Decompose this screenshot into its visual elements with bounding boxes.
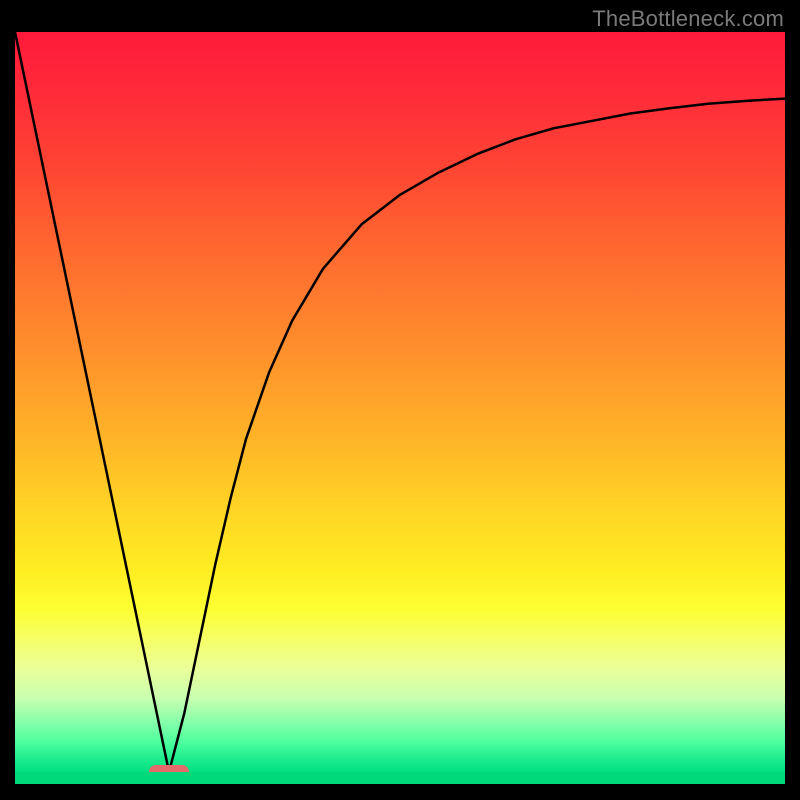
optimum-marker [149,765,189,772]
watermark-text: TheBottleneck.com [592,6,784,32]
chart-curve-svg [15,32,785,772]
bottleneck-curve-path [15,32,785,772]
chart-plot-area [15,32,785,772]
chart-bottom-strip [15,772,785,784]
